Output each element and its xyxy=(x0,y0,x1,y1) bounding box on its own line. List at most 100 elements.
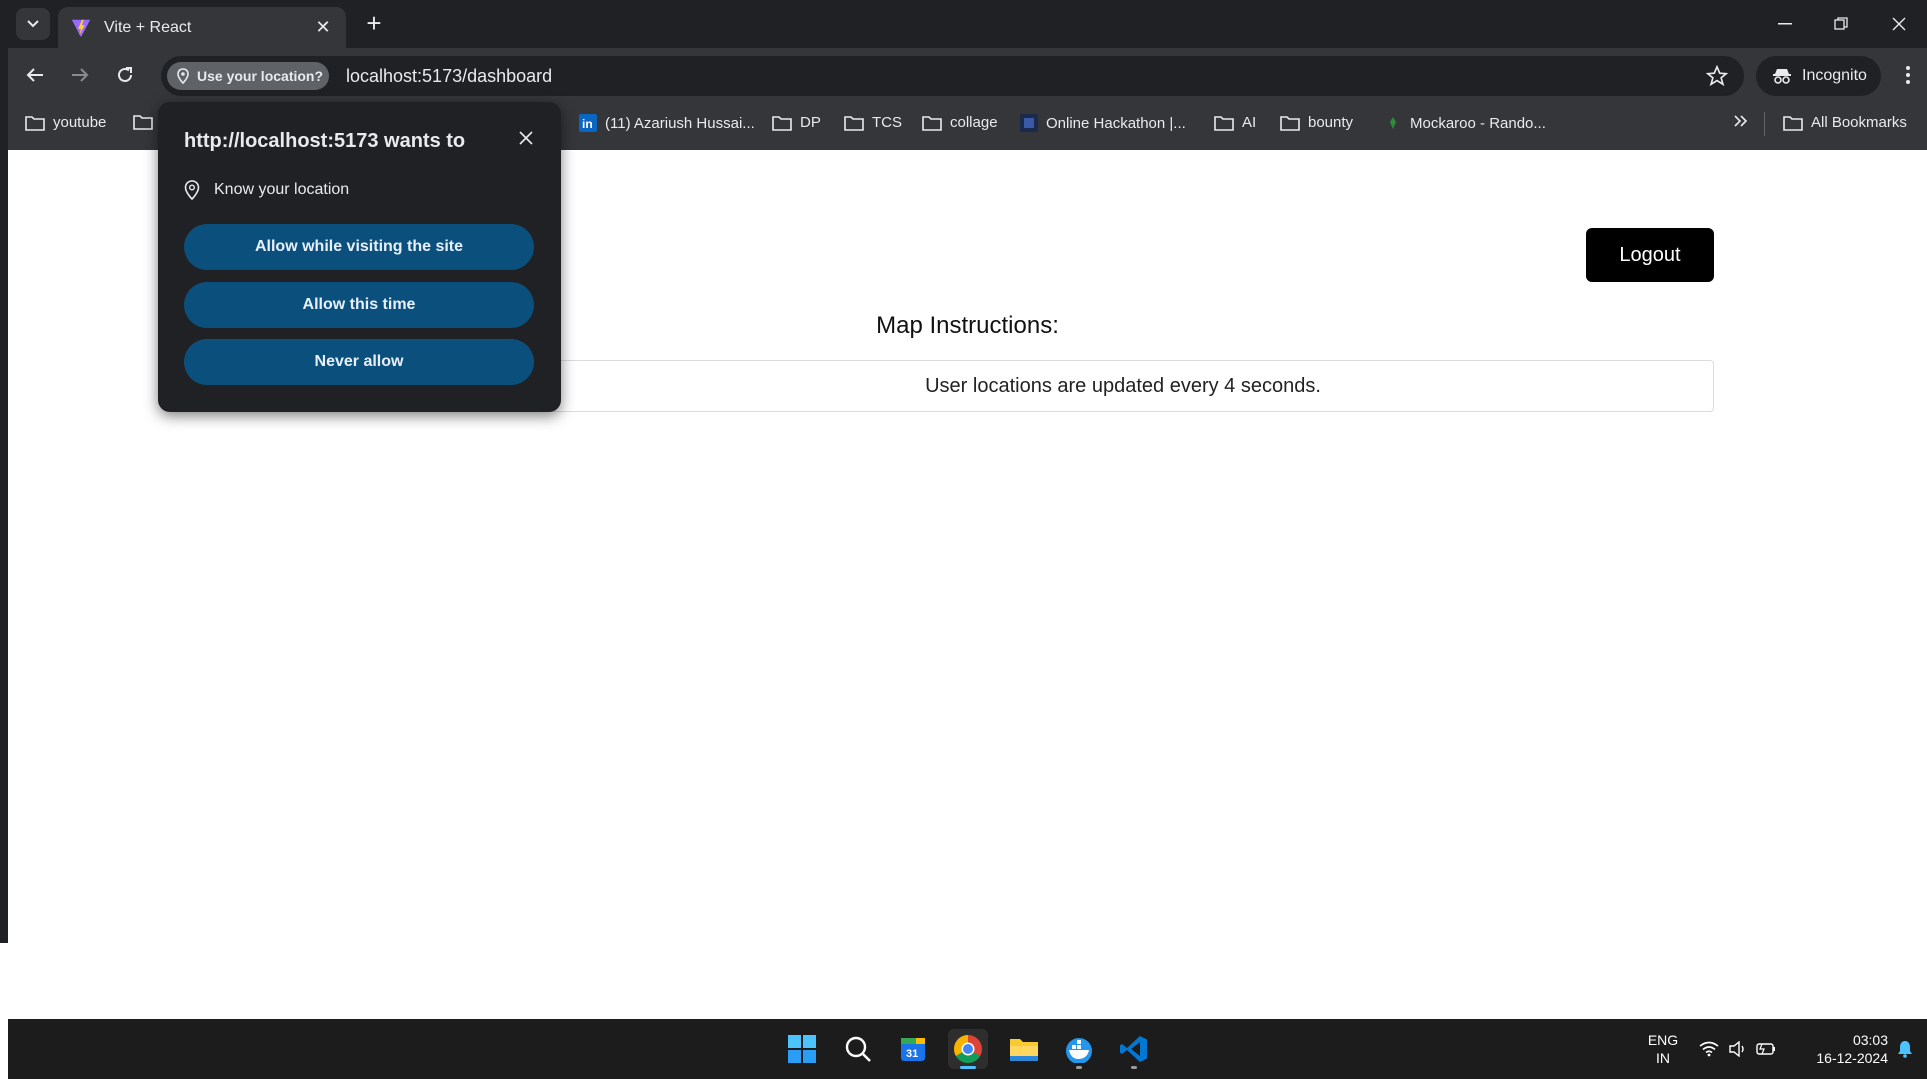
never-allow-button[interactable]: Never allow xyxy=(184,339,534,385)
bookmark-label: DP xyxy=(800,114,821,131)
battery-status[interactable] xyxy=(1752,1029,1780,1069)
running-indicator xyxy=(1131,1066,1137,1069)
all-bookmarks-label: All Bookmarks xyxy=(1811,114,1907,131)
allow-while-visiting-button[interactable]: Allow while visiting the site xyxy=(184,224,534,270)
taskbar-docker-app[interactable] xyxy=(1059,1029,1099,1069)
bookmark-label: Online Hackathon |... xyxy=(1046,114,1186,132)
tab-strip: Vite + React ✕ + xyxy=(0,0,1927,48)
incognito-button[interactable]: Incognito xyxy=(1756,56,1881,96)
chrome-icon xyxy=(954,1035,982,1063)
notifications-button[interactable] xyxy=(1890,1029,1920,1069)
blank-area xyxy=(0,943,1927,1019)
windows-taskbar: 31 ENG IN 03:03 16-12-2024 xyxy=(8,1019,1927,1079)
bookmarks-divider xyxy=(1764,112,1765,136)
new-tab-button[interactable]: + xyxy=(360,10,388,38)
close-icon xyxy=(1892,17,1906,31)
vite-logo-icon xyxy=(71,19,91,37)
docker-icon xyxy=(1066,1038,1092,1063)
double-chevron-right-icon xyxy=(1734,115,1748,127)
language-code: ENG xyxy=(1647,1032,1679,1048)
active-indicator xyxy=(960,1066,976,1069)
region-code: IN xyxy=(1656,1050,1670,1066)
popup-close-button[interactable] xyxy=(514,128,538,152)
windows-logo-icon xyxy=(788,1035,816,1063)
bookmark-folder-youtube[interactable]: youtube xyxy=(25,114,106,131)
bookmark-linkedin[interactable]: in (11) Azariush Hussai... xyxy=(579,114,755,132)
browser-menu-button[interactable] xyxy=(1896,60,1920,90)
location-pin-icon xyxy=(184,180,200,200)
bookmark-star-icon[interactable] xyxy=(1706,65,1728,87)
bookmark-folder-ai[interactable]: AI xyxy=(1214,114,1256,131)
tab-active[interactable]: Vite + React ✕ xyxy=(58,7,346,48)
forward-arrow-icon xyxy=(72,68,89,82)
close-icon xyxy=(519,131,533,145)
incognito-icon xyxy=(1773,69,1791,84)
folder-icon xyxy=(772,115,792,131)
taskbar-search-button[interactable] xyxy=(838,1029,878,1069)
reload-button[interactable] xyxy=(110,60,140,90)
wifi-icon xyxy=(1699,1041,1719,1057)
url-text[interactable]: localhost:5173/dashboard xyxy=(346,66,552,87)
minimize-button[interactable] xyxy=(1765,10,1805,38)
start-button[interactable] xyxy=(782,1029,822,1069)
permission-row: Know your location xyxy=(184,180,349,200)
folder-icon xyxy=(133,115,153,130)
bookmark-label: (11) Azariush Hussai... xyxy=(605,114,755,132)
bookmark-label: bounty xyxy=(1308,114,1354,131)
location-permission-chip[interactable]: Use your location? xyxy=(167,62,329,90)
wifi-status[interactable] xyxy=(1694,1029,1724,1069)
back-button[interactable] xyxy=(20,60,50,90)
bookmark-folder-dp[interactable]: DP xyxy=(772,114,821,131)
volume-status[interactable] xyxy=(1724,1029,1752,1069)
forward-button[interactable] xyxy=(65,60,95,90)
allow-this-time-button[interactable]: Allow this time xyxy=(184,282,534,328)
taskbar-chrome-app[interactable] xyxy=(948,1029,988,1069)
bookmark-label: collage xyxy=(950,114,998,131)
taskbar-calendar-app[interactable]: 31 xyxy=(893,1029,933,1069)
permission-label: Know your location xyxy=(214,181,350,198)
tab-close-icon[interactable]: ✕ xyxy=(312,17,334,38)
bookmark-label: youtube xyxy=(53,114,107,131)
reload-icon xyxy=(118,67,132,82)
mockaroo-icon xyxy=(1390,117,1396,129)
taskbar-file-explorer[interactable] xyxy=(1004,1029,1044,1069)
bell-icon xyxy=(1898,1041,1912,1058)
taskbar-vscode-app[interactable] xyxy=(1114,1029,1154,1069)
map-instructions-box: User locations are updated every 4 secon… xyxy=(532,360,1714,412)
folder-icon xyxy=(1214,115,1234,131)
address-bar[interactable]: Use your location? localhost:5173/dashbo… xyxy=(161,56,1744,96)
more-vert-icon xyxy=(1906,66,1910,84)
folder-icon xyxy=(1783,115,1803,131)
bookmark-folder-tcs[interactable]: TCS xyxy=(844,114,902,131)
restore-button[interactable] xyxy=(1821,10,1861,38)
tab-title: Vite + React xyxy=(104,18,192,36)
location-chip-label: Use your location? xyxy=(197,68,324,84)
clock[interactable]: 03:03 16-12-2024 xyxy=(1788,1031,1888,1067)
running-indicator xyxy=(1076,1066,1082,1069)
chevron-down-icon xyxy=(27,20,39,28)
folder-icon xyxy=(922,115,942,131)
tab-search-button[interactable] xyxy=(16,8,50,40)
bookmark-label: AI xyxy=(1242,114,1257,131)
popup-title: http://localhost:5173 wants to xyxy=(184,130,466,152)
incognito-label: Incognito xyxy=(1802,67,1867,84)
bookmark-folder-hidden[interactable] xyxy=(133,114,161,130)
bookmark-label: Mockaroo - Rando... xyxy=(1410,114,1546,132)
bookmark-folder-bounty[interactable]: bounty xyxy=(1280,114,1353,131)
site-icon xyxy=(1020,114,1038,132)
bookmarks-overflow-button[interactable] xyxy=(1733,114,1757,128)
vscode-icon xyxy=(1120,1036,1147,1062)
back-arrow-icon xyxy=(26,68,43,82)
all-bookmarks-button[interactable]: All Bookmarks xyxy=(1783,114,1907,131)
browser-toolbar: Use your location? localhost:5173/dashbo… xyxy=(8,48,1927,102)
bookmark-mockaroo[interactable]: Mockaroo - Rando... xyxy=(1384,114,1546,132)
folder-icon xyxy=(1010,1039,1038,1061)
language-indicator[interactable]: ENG IN xyxy=(1638,1031,1688,1067)
close-window-button[interactable] xyxy=(1879,10,1919,38)
location-permission-popup: http://localhost:5173 wants to Know your… xyxy=(158,102,561,412)
bookmark-online-hackathon[interactable]: Online Hackathon |... xyxy=(1020,114,1186,132)
logout-button[interactable]: Logout xyxy=(1586,228,1714,282)
bookmark-folder-collage[interactable]: collage xyxy=(922,114,998,131)
svg-text:31: 31 xyxy=(906,1048,918,1060)
search-icon xyxy=(845,1036,871,1062)
